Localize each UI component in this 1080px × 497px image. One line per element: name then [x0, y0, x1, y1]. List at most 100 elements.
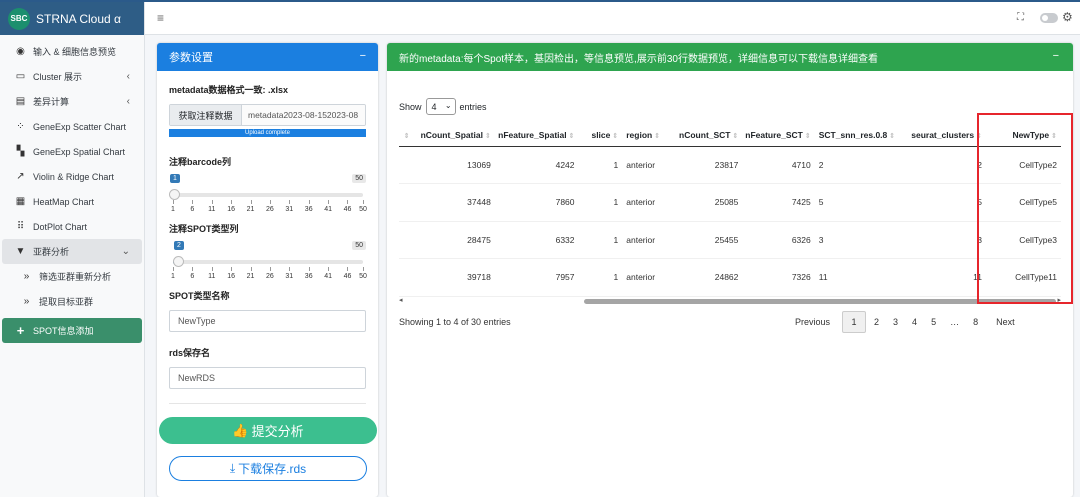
column-header[interactable]: nFeature_Spatial ⇕: [494, 124, 579, 147]
sidebar-item-4[interactable]: ▚ GeneExp Spatial Chart: [2, 139, 142, 164]
rds-label: rds保存名: [169, 348, 211, 358]
barcode-slider[interactable]: 1 50 1 6 11 16 21 26 31 36 41 46 50: [169, 174, 367, 220]
column-header-label: region: [626, 129, 653, 140]
page-length-select[interactable]: 4 ⌄: [425, 98, 456, 115]
table-cell: 23817: [676, 146, 743, 184]
slider-ticks: 1 6 11 16 21 26 31 36 41 46 50: [171, 200, 367, 216]
column-header-label: slice: [591, 129, 611, 140]
slider-tick-label: 26: [266, 273, 274, 280]
column-header-label: nCount_SCT: [679, 129, 731, 140]
preview-minimize-button[interactable]: −: [1053, 50, 1059, 62]
slider-tick-label: 36: [304, 273, 313, 280]
monitor-icon: ▭: [15, 71, 26, 82]
table-cell: anterior: [622, 183, 677, 222]
column-header[interactable]: nFeature_SCT ⇕: [742, 124, 815, 147]
page-button[interactable]: 5: [925, 311, 942, 333]
sidebar-item-label: DotPlot Chart: [33, 221, 88, 232]
slider-tick-label: 1: [171, 206, 175, 213]
table-cell: 6332: [494, 221, 579, 259]
brand-logo: SBC: [8, 7, 30, 30]
table-cell: 1: [578, 258, 623, 297]
slider-ticks: 1 6 11 16 21 26 31 36 41 46 50: [171, 267, 367, 283]
sidebar-item-5[interactable]: ↗ Violin & Ridge Chart: [2, 164, 142, 189]
table-cell: [399, 146, 414, 184]
sidebar-item-1[interactable]: ▭ Cluster 展示 ‹: [2, 64, 142, 89]
map-icon: ▚: [16, 146, 25, 157]
barcode-slider-handle[interactable]: [169, 189, 180, 200]
table-header-row: ⇕ nCount_Spatial ⇕ nFeature_Spatial ⇕ slice ⇕ r…: [399, 124, 1061, 147]
sidebar-item-6[interactable]: ▦ HeatMap Chart: [2, 189, 142, 214]
table-row[interactable]: 13069 4242 1 anterior 23817 4710 2 2 CellType2: [399, 146, 1061, 184]
brand-title: STRNA Cloud α: [36, 11, 121, 26]
page-length-value: 4: [431, 101, 437, 112]
sidebar-item-11[interactable]: + SPOT信息添加: [2, 318, 142, 343]
column-header[interactable]: nCount_SCT ⇕: [676, 124, 743, 147]
page-button[interactable]: 3: [887, 311, 904, 333]
column-header-label: nFeature_SCT: [745, 129, 803, 140]
spot-name-label: SPOT类型名称: [169, 291, 230, 301]
chevron-icon: ‹: [126, 71, 130, 82]
gear-icon[interactable]: ⚙: [1062, 10, 1073, 24]
slider-tick: [211, 267, 213, 271]
theme-toggle[interactable]: [1040, 13, 1058, 23]
slider-tick: [173, 200, 174, 204]
preview-card: 新的metadata:每个Spot样本，基因检出，等信息预览,展示前30行数据预…: [387, 43, 1073, 497]
brand[interactable]: SBC STRNA Cloud α: [0, 2, 144, 35]
sidebar-item-3[interactable]: ⁘ GeneExp Scatter Chart: [2, 114, 142, 139]
params-minimize-button[interactable]: −: [360, 50, 366, 62]
plus-icon: +: [16, 323, 25, 338]
divider: [169, 403, 366, 404]
sidebar-item-7[interactable]: ⠿ DotPlot Chart: [2, 214, 142, 239]
column-header[interactable]: slice ⇕: [578, 124, 623, 147]
slider-tick-label: 46: [343, 273, 352, 280]
document-icon: ▤: [15, 96, 26, 107]
next-page-button[interactable]: Next: [986, 311, 1025, 333]
slider-tick: [308, 267, 310, 271]
table-row[interactable]: 37448 7860 1 anterior 25085 7425 5 5 CellType5: [399, 183, 1061, 222]
submit-analysis-button[interactable]: 👍 提交分析: [159, 417, 377, 444]
slider-tick-label: 36: [304, 206, 313, 213]
page-button[interactable]: 2: [868, 311, 885, 333]
sidebar-item-0[interactable]: ◉ 输入 & 细胞信息预览: [2, 39, 142, 64]
column-header[interactable]: nCount_Spatial ⇕: [413, 124, 495, 147]
sidebar-item-2[interactable]: ▤ 差异计算 ‹: [2, 89, 142, 114]
slider-tick: [289, 200, 291, 204]
spot-slider-value: 2: [174, 241, 184, 250]
spot-slider[interactable]: 2 50 1 6 11 16 21 26 31 36 41 46 50: [169, 241, 367, 287]
show-label: Show: [399, 101, 422, 112]
sidebar-item-label: GeneExp Scatter Chart: [33, 121, 127, 132]
table-row[interactable]: 39718 7957 1 anterior 24862 7326 11 11 CellType1…: [399, 258, 1061, 297]
barcode-slider-value: 1: [170, 174, 180, 183]
table-cell: 37448: [413, 183, 495, 222]
slider-tick-label: 46: [343, 206, 352, 213]
slider-tick-label: 31: [285, 206, 294, 213]
sidebar-item-9[interactable]: » 筛选亚群重新分析: [2, 264, 142, 289]
preview-title: 新的metadata:每个Spot样本，基因检出，等信息预览,展示前30行数据预…: [399, 53, 878, 65]
spot-slider-handle[interactable]: [173, 256, 184, 267]
scroll-left-icon[interactable]: ◂: [399, 296, 403, 304]
sidebar-item-8[interactable]: ▼ 亚群分析 ⌄: [2, 239, 142, 264]
file-upload[interactable]: 获取注释数据 metadata2023-08-152023-08: [169, 104, 366, 126]
table-cell: 25085: [676, 183, 743, 222]
page-button[interactable]: 4: [906, 311, 923, 333]
table-cell: 7957: [494, 258, 579, 297]
hamburger-menu-icon[interactable]: ≡: [157, 11, 164, 25]
sort-icon: ⇕: [612, 132, 619, 140]
file-browse-button[interactable]: 获取注释数据: [170, 105, 242, 125]
fullscreen-icon[interactable]: ⛶: [1017, 12, 1024, 23]
slider-tick: [347, 200, 349, 204]
table-row[interactable]: 28475 6332 1 anterior 25455 6326 3 3 CellType3: [399, 221, 1061, 259]
page-button[interactable]: 8: [967, 311, 984, 333]
column-header[interactable]: seurat_clusters ⇕: [902, 124, 986, 147]
column-header[interactable]: ⇕: [399, 124, 414, 147]
download-rds-button[interactable]: ⤓ 下载保存.rds: [169, 456, 367, 481]
sidebar-item-10[interactable]: » 提取目标亚群: [2, 289, 142, 314]
table-horizontal-scrollbar[interactable]: ◂ ▸: [399, 296, 1061, 305]
page-button[interactable]: 1: [842, 311, 867, 333]
column-header[interactable]: SCT_snn_res.0.8 ⇕: [814, 124, 903, 147]
spot-name-input[interactable]: NewType: [169, 310, 366, 332]
column-header[interactable]: region ⇕: [622, 124, 677, 147]
sidebar: SBC STRNA Cloud α ◉ 输入 & 细胞信息预览 ▭ Cluster 展…: [0, 2, 145, 497]
previous-page-button[interactable]: Previous: [785, 311, 840, 333]
rds-name-input[interactable]: NewRDS: [169, 367, 366, 389]
